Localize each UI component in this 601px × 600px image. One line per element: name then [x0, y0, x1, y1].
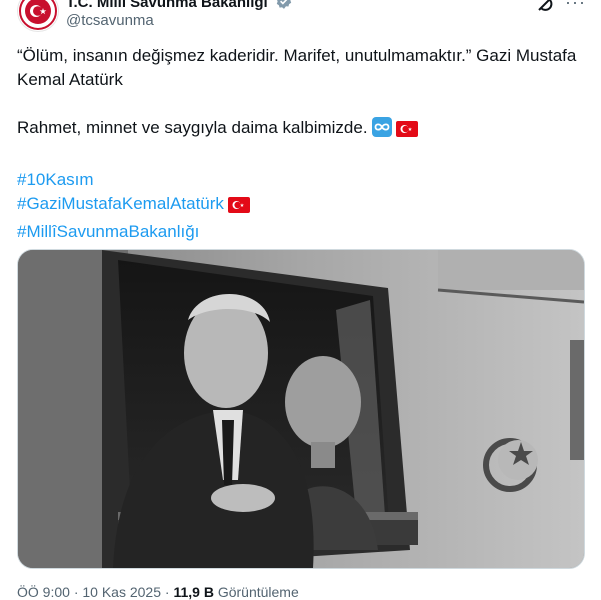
tweet-date[interactable]: 10 Kas 2025 [82, 584, 161, 600]
verified-badge-icon [275, 0, 293, 14]
meta-separator: · [164, 584, 170, 600]
views-label: Görüntüleme [217, 584, 299, 600]
tweet-photo[interactable] [17, 249, 585, 569]
more-icon[interactable]: ··· [565, 0, 586, 13]
views-count: 11,9 B [173, 584, 214, 600]
account-handle[interactable]: @tcsavunma [66, 12, 154, 29]
hashtag-10-kasim[interactable]: #10Kasım [17, 170, 94, 189]
turkey-flag-icon [227, 196, 250, 220]
infinity-emoji-icon [371, 117, 392, 144]
account-name-text[interactable]: T.C. Millî Savunma Bakanlığı [66, 0, 268, 11]
hashtag-gazi-mustafa-kemal-ataturk[interactable]: #GaziMustafaKemalAtatürk [17, 194, 224, 213]
hashtag-milli-savunma-bakanligi[interactable]: #MillîSavunmaBakanlığı [17, 222, 199, 241]
ministry-emblem-icon [19, 0, 57, 30]
tweet-time[interactable]: ÖÖ 9:00 [17, 584, 70, 600]
tweet-text: “Ölüm, insanın değişmez kaderidir. Marif… [17, 44, 577, 244]
tweet-quote: “Ölüm, insanın değişmez kaderidir. Marif… [17, 46, 577, 89]
grok-icon[interactable] [536, 0, 556, 19]
tweet-header: T.C. Millî Savunma Bakanlığı @tcsavunma … [0, 0, 601, 40]
photo-icon [18, 250, 584, 568]
account-avatar[interactable] [17, 0, 59, 32]
tweet-sentence: Rahmet, minnet ve saygıyla daima kalbimi… [17, 116, 577, 144]
tweet-meta: ÖÖ 9:00 · 10 Kas 2025 · 11,9 B Görüntüle… [17, 584, 299, 600]
meta-separator: · [73, 584, 79, 600]
turkey-flag-icon [395, 120, 418, 144]
tweet-sentence-text: Rahmet, minnet ve saygıyla daima kalbimi… [17, 118, 368, 137]
